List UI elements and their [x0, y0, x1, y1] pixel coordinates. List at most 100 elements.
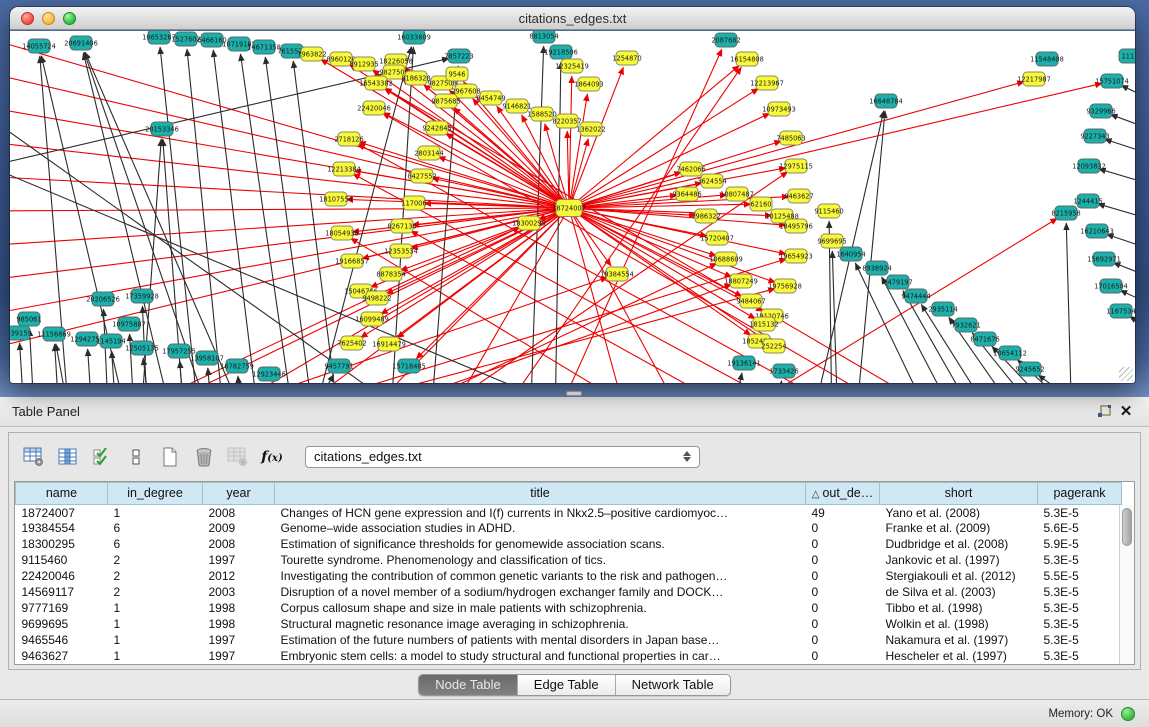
hub-node[interactable]: 18724007 [552, 200, 586, 217]
column-header[interactable]: name [16, 482, 108, 504]
table-cell[interactable]: 2008 [203, 536, 275, 552]
table-cell[interactable]: Dudbridge et al. (2008) [880, 536, 1038, 552]
table-row[interactable]: 946362711997Embryonic stem cells: a mode… [16, 648, 1122, 664]
function-builder-button[interactable]: f(x) [257, 443, 287, 471]
memory-ok-indicator[interactable] [1121, 707, 1135, 721]
cited-node[interactable]: 1864093 [574, 77, 603, 91]
cited-node[interactable]: 9115460 [814, 204, 843, 218]
table-cell[interactable]: Nakamura et al. (1997) [880, 632, 1038, 648]
table-cell[interactable]: 5.3E-5 [1038, 600, 1122, 616]
table-cell[interactable]: 2003 [203, 584, 275, 600]
citing-node[interactable]: 1167534 [1106, 304, 1135, 318]
cited-node[interactable]: 7625402 [337, 336, 366, 350]
table-cell[interactable]: 1 [108, 632, 203, 648]
table-cell[interactable]: 1997 [203, 552, 275, 568]
table-cell[interactable]: 19384554 [16, 520, 108, 536]
citing-node[interactable]: 11156869 [37, 327, 71, 341]
table-cell[interactable]: 2 [108, 552, 203, 568]
table-row[interactable]: 1872400712008Changes of HCN gene express… [16, 504, 1122, 520]
table-cell[interactable]: Structural magnetic resonance image aver… [275, 616, 806, 632]
cited-node[interactable]: 16154808 [730, 52, 764, 66]
citation-edge-black[interactable] [832, 251, 838, 383]
cited-node[interactable]: 2718126 [334, 132, 363, 146]
table-cell[interactable]: 5.3E-5 [1038, 552, 1122, 568]
citing-node[interactable]: 16033809 [397, 31, 431, 44]
citing-node[interactable]: 20153346 [145, 122, 179, 136]
citation-edge-black[interactable] [265, 57, 315, 383]
column-header[interactable]: △out_de… [806, 482, 880, 504]
citing-node[interactable]: 9329966 [1086, 104, 1115, 118]
table-cell[interactable]: Investigating the contribution of common… [275, 568, 806, 584]
cited-node[interactable]: 252254 [761, 339, 786, 353]
table-cell[interactable]: Corpus callosum shape and size in male p… [275, 600, 806, 616]
cited-node[interactable]: 8427552 [407, 169, 436, 183]
rows-button[interactable] [121, 443, 151, 471]
network-view-window[interactable]: citations_edges.txt 18724007140557242069… [10, 7, 1135, 383]
table-cell[interactable]: Wolkin et al. (1998) [880, 616, 1038, 632]
table-cell[interactable]: 2012 [203, 568, 275, 584]
citing-node[interactable]: 16648784 [869, 94, 903, 108]
table-cell[interactable]: 9115460 [16, 552, 108, 568]
table-cell[interactable]: 1 [108, 648, 203, 664]
cited-node[interactable]: 3624554 [697, 174, 726, 188]
table-cell[interactable]: 9463627 [16, 648, 108, 664]
citing-node[interactable]: 1527602 [171, 32, 200, 46]
cited-node[interactable]: 117006 [401, 196, 426, 210]
table-cell[interactable]: 0 [806, 552, 880, 568]
select-columns-button[interactable] [87, 443, 117, 471]
table-cell[interactable]: Tourette syndrome. Phenomenology and cla… [275, 552, 806, 568]
table-row[interactable]: 1830029562008Estimation of significance … [16, 536, 1122, 552]
table-cell[interactable]: 1997 [203, 648, 275, 664]
table-cell[interactable]: 18300295 [16, 536, 108, 552]
table-cell[interactable]: 1 [108, 616, 203, 632]
table-cell[interactable]: 0 [806, 520, 880, 536]
citing-node[interactable]: 19136141 [727, 356, 761, 370]
table-settings-button[interactable] [19, 443, 49, 471]
cited-node[interactable]: 8267130 [387, 219, 416, 233]
citation-edge-red[interactable] [569, 83, 1102, 208]
citing-node[interactable]: 7857223 [444, 49, 473, 63]
table-cell[interactable]: Genome–wide association studies in ADHD. [275, 520, 806, 536]
citation-edge-black[interactable] [1038, 375, 1115, 383]
window-resize-grip[interactable] [1119, 367, 1133, 381]
citing-node[interactable]: 10654112 [993, 346, 1027, 360]
citation-edge-black[interactable] [1105, 139, 1135, 154]
cited-node[interactable]: 9498222 [362, 291, 391, 305]
table-cell[interactable]: Disruption of a novel member of a sodium… [275, 584, 806, 600]
table-cell[interactable]: Jankovic et al. (1997) [880, 552, 1038, 568]
cited-node[interactable]: 62160 [750, 197, 772, 211]
tab-node-table[interactable]: Node Table [419, 675, 517, 695]
cited-node[interactable]: 12217987 [1017, 72, 1051, 86]
citing-node[interactable]: 15718485 [392, 359, 426, 373]
table-cell[interactable]: 2009 [203, 520, 275, 536]
table-cell[interactable]: 9777169 [16, 600, 108, 616]
table-cell[interactable]: 0 [806, 584, 880, 600]
citation-edge-black[interactable] [293, 61, 340, 383]
cited-node[interactable]: 15720407 [700, 231, 734, 245]
cited-node[interactable]: 19384554 [600, 267, 634, 281]
citing-node[interactable]: 985061 [16, 312, 41, 326]
cited-node[interactable]: 9364486 [672, 187, 701, 201]
citation-edge-black[interactable] [770, 381, 782, 383]
citation-edge-black[interactable] [1120, 290, 1135, 304]
table-cell[interactable]: Yano et al. (2008) [880, 504, 1038, 520]
table-cell[interactable]: Changes of HCN gene expression and I(f) … [275, 504, 806, 520]
cited-node[interactable]: 1254870 [612, 51, 641, 65]
zoom-window-icon[interactable] [63, 12, 76, 25]
table-cell[interactable]: 5.5E-5 [1038, 568, 1122, 584]
table-cell[interactable]: de Silva et al. (2003) [880, 584, 1038, 600]
cited-node[interactable]: 8878354 [376, 267, 405, 281]
citing-node[interactable]: 8813054 [529, 31, 558, 43]
cited-node[interactable]: 2803144 [414, 146, 443, 160]
citation-edge-red[interactable] [416, 208, 569, 359]
table-cell[interactable]: 49 [806, 504, 880, 520]
table-cell[interactable]: 0 [806, 536, 880, 552]
table-cell[interactable]: 0 [806, 568, 880, 584]
citing-node[interactable]: 16210643 [1080, 224, 1114, 238]
cited-node[interactable]: 9463627 [784, 189, 813, 203]
citation-edge-black[interactable] [1110, 114, 1135, 129]
citation-edge-black[interactable] [160, 47, 200, 383]
citation-edge-black[interactable] [1099, 169, 1135, 184]
cited-node[interactable]: 19166857 [335, 254, 369, 268]
table-cell[interactable]: 2 [108, 568, 203, 584]
